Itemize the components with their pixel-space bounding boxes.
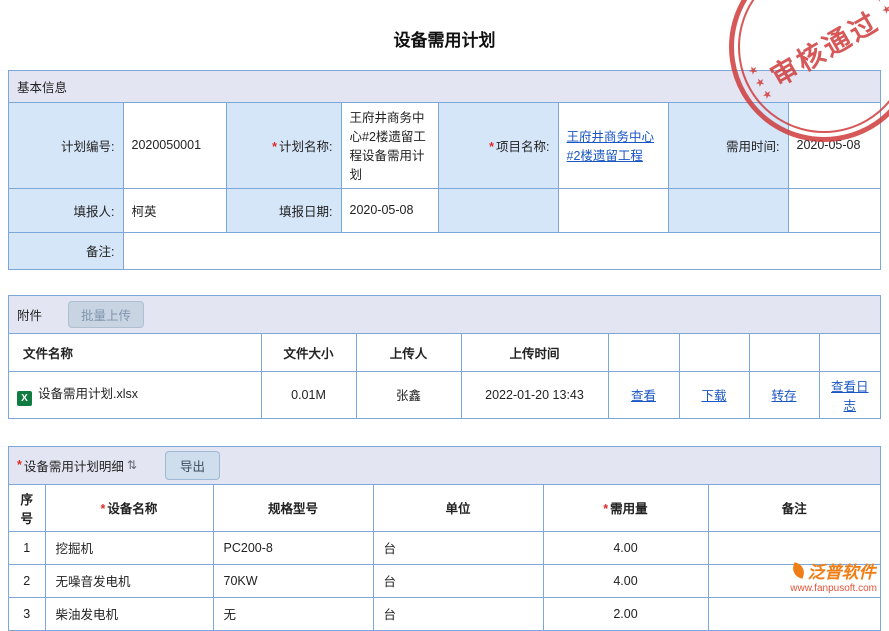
brand-logo: 泛普软件 www.fanpusoft.com bbox=[790, 558, 877, 594]
col-header-empty bbox=[608, 334, 679, 371]
excel-file-icon: X bbox=[17, 391, 32, 406]
fill-date-value: 2020-05-08 bbox=[341, 188, 438, 232]
file-size-cell: 0.01M bbox=[261, 371, 356, 418]
equipment-name-cell: 柴油发电机 bbox=[45, 597, 213, 630]
page-title: 设备需用计划 bbox=[0, 0, 889, 70]
qty-cell: 2.00 bbox=[543, 597, 708, 630]
qty-cell: 4.00 bbox=[543, 531, 708, 564]
brand-name: 泛普软件 bbox=[808, 558, 876, 583]
plan-name-label: *计划名称: bbox=[226, 103, 341, 188]
required-mark: * bbox=[603, 502, 608, 516]
required-mark: * bbox=[489, 140, 494, 154]
filler-value: 柯英 bbox=[123, 188, 226, 232]
required-mark: * bbox=[272, 140, 277, 154]
remark-cell bbox=[708, 597, 880, 630]
download-cell: 下载 bbox=[679, 371, 749, 418]
remark-value bbox=[123, 232, 880, 269]
upload-time-cell: 2022-01-20 13:43 bbox=[461, 371, 608, 418]
empty-value-cell bbox=[788, 188, 880, 232]
col-header-file-size: 文件大小 bbox=[261, 334, 356, 371]
attachment-row: X 设备需用计划.xlsx 0.01M 张鑫 2022-01-20 13:43 查… bbox=[9, 371, 880, 418]
need-time-label: 需用时间: bbox=[668, 103, 788, 188]
equipment-name-cell: 挖掘机 bbox=[45, 531, 213, 564]
export-button[interactable]: 导出 bbox=[165, 451, 220, 480]
section-plan-details: * 设备需用计划明细 ⇅ 导出 序号 *设备名称 规格型号 单位 *需用量 备注… bbox=[8, 446, 881, 631]
transfer-link[interactable]: 转存 bbox=[771, 389, 796, 403]
col-header-empty bbox=[819, 334, 880, 371]
section-attachments: 附件 批量上传 文件名称 文件大小 上传人 上传时间 X 设备需用计划.xlsx … bbox=[8, 295, 881, 419]
view-log-cell: 查看日志 bbox=[819, 371, 880, 418]
seq-cell: 3 bbox=[9, 597, 45, 630]
empty-label-cell bbox=[438, 188, 558, 232]
filler-label: 填报人: bbox=[9, 188, 123, 232]
empty-label-cell bbox=[668, 188, 788, 232]
col-header-equipment-name: *设备名称 bbox=[45, 485, 213, 532]
batch-upload-button[interactable]: 批量上传 bbox=[68, 301, 144, 328]
equipment-name-cell: 无噪音发电机 bbox=[45, 564, 213, 597]
details-table: 序号 *设备名称 规格型号 单位 *需用量 备注 1 挖掘机 PC200-8 台… bbox=[9, 485, 880, 631]
col-header-seq: 序号 bbox=[9, 485, 45, 532]
sort-icon[interactable]: ⇅ bbox=[127, 458, 137, 472]
col-header-file-name: 文件名称 bbox=[9, 334, 261, 371]
table-row: 3 柴油发电机 无 台 2.00 bbox=[9, 597, 880, 630]
spec-cell: 70KW bbox=[213, 564, 373, 597]
brand-url: www.fanpusoft.com bbox=[790, 583, 877, 594]
file-name: 设备需用计划.xlsx bbox=[38, 387, 138, 401]
col-header-empty bbox=[749, 334, 819, 371]
col-header-spec-model: 规格型号 bbox=[213, 485, 373, 532]
col-header-uploader: 上传人 bbox=[356, 334, 461, 371]
table-row: 2 无噪音发电机 70KW 台 4.00 bbox=[9, 564, 880, 597]
col-header-unit: 单位 bbox=[373, 485, 543, 532]
details-title: 设备需用计划明细 bbox=[24, 456, 124, 475]
plan-no-label: 计划编号: bbox=[9, 103, 123, 188]
file-name-cell: X 设备需用计划.xlsx bbox=[9, 371, 261, 418]
download-link[interactable]: 下载 bbox=[701, 389, 726, 403]
attachments-table: 文件名称 文件大小 上传人 上传时间 X 设备需用计划.xlsx 0.01M 张鑫… bbox=[9, 334, 880, 418]
view-cell: 查看 bbox=[608, 371, 679, 418]
col-header-upload-time: 上传时间 bbox=[461, 334, 608, 371]
uploader-cell: 张鑫 bbox=[356, 371, 461, 418]
leaf-icon bbox=[790, 562, 807, 579]
required-mark: * bbox=[17, 458, 22, 472]
view-link[interactable]: 查看 bbox=[631, 389, 656, 403]
need-time-value: 2020-05-08 bbox=[788, 103, 880, 188]
project-name-label: *项目名称: bbox=[438, 103, 558, 188]
seq-cell: 1 bbox=[9, 531, 45, 564]
unit-cell: 台 bbox=[373, 531, 543, 564]
seq-cell: 2 bbox=[9, 564, 45, 597]
spec-cell: PC200-8 bbox=[213, 531, 373, 564]
basic-info-table: 计划编号: 2020050001 *计划名称: 王府井商务中心#2楼遗留工程设备… bbox=[9, 103, 880, 269]
basic-info-title: 基本信息 bbox=[17, 77, 67, 96]
attachments-header: 附件 批量上传 bbox=[9, 296, 880, 334]
required-mark: * bbox=[101, 502, 106, 516]
transfer-cell: 转存 bbox=[749, 371, 819, 418]
plan-no-value: 2020050001 bbox=[123, 103, 226, 188]
basic-info-header: 基本信息 bbox=[9, 71, 880, 103]
project-name-value: 王府井商务中心#2楼遗留工程 bbox=[558, 103, 668, 188]
table-row: 1 挖掘机 PC200-8 台 4.00 bbox=[9, 531, 880, 564]
unit-cell: 台 bbox=[373, 564, 543, 597]
col-header-empty bbox=[679, 334, 749, 371]
project-name-link[interactable]: 王府井商务中心#2楼遗留工程 bbox=[567, 130, 655, 163]
qty-cell: 4.00 bbox=[543, 564, 708, 597]
remark-label: 备注: bbox=[9, 232, 123, 269]
col-header-required-qty: *需用量 bbox=[543, 485, 708, 532]
section-basic-info: 基本信息 计划编号: 2020050001 *计划名称: 王府井商务中心#2楼遗… bbox=[8, 70, 881, 270]
spec-cell: 无 bbox=[213, 597, 373, 630]
details-header: * 设备需用计划明细 ⇅ 导出 bbox=[9, 447, 880, 485]
fill-date-label: 填报日期: bbox=[226, 188, 341, 232]
attachments-title: 附件 bbox=[17, 305, 42, 324]
empty-value-cell bbox=[558, 188, 668, 232]
col-header-remark: 备注 bbox=[708, 485, 880, 532]
plan-name-value: 王府井商务中心#2楼遗留工程设备需用计划 bbox=[341, 103, 438, 188]
view-log-link[interactable]: 查看日志 bbox=[831, 380, 869, 413]
unit-cell: 台 bbox=[373, 597, 543, 630]
